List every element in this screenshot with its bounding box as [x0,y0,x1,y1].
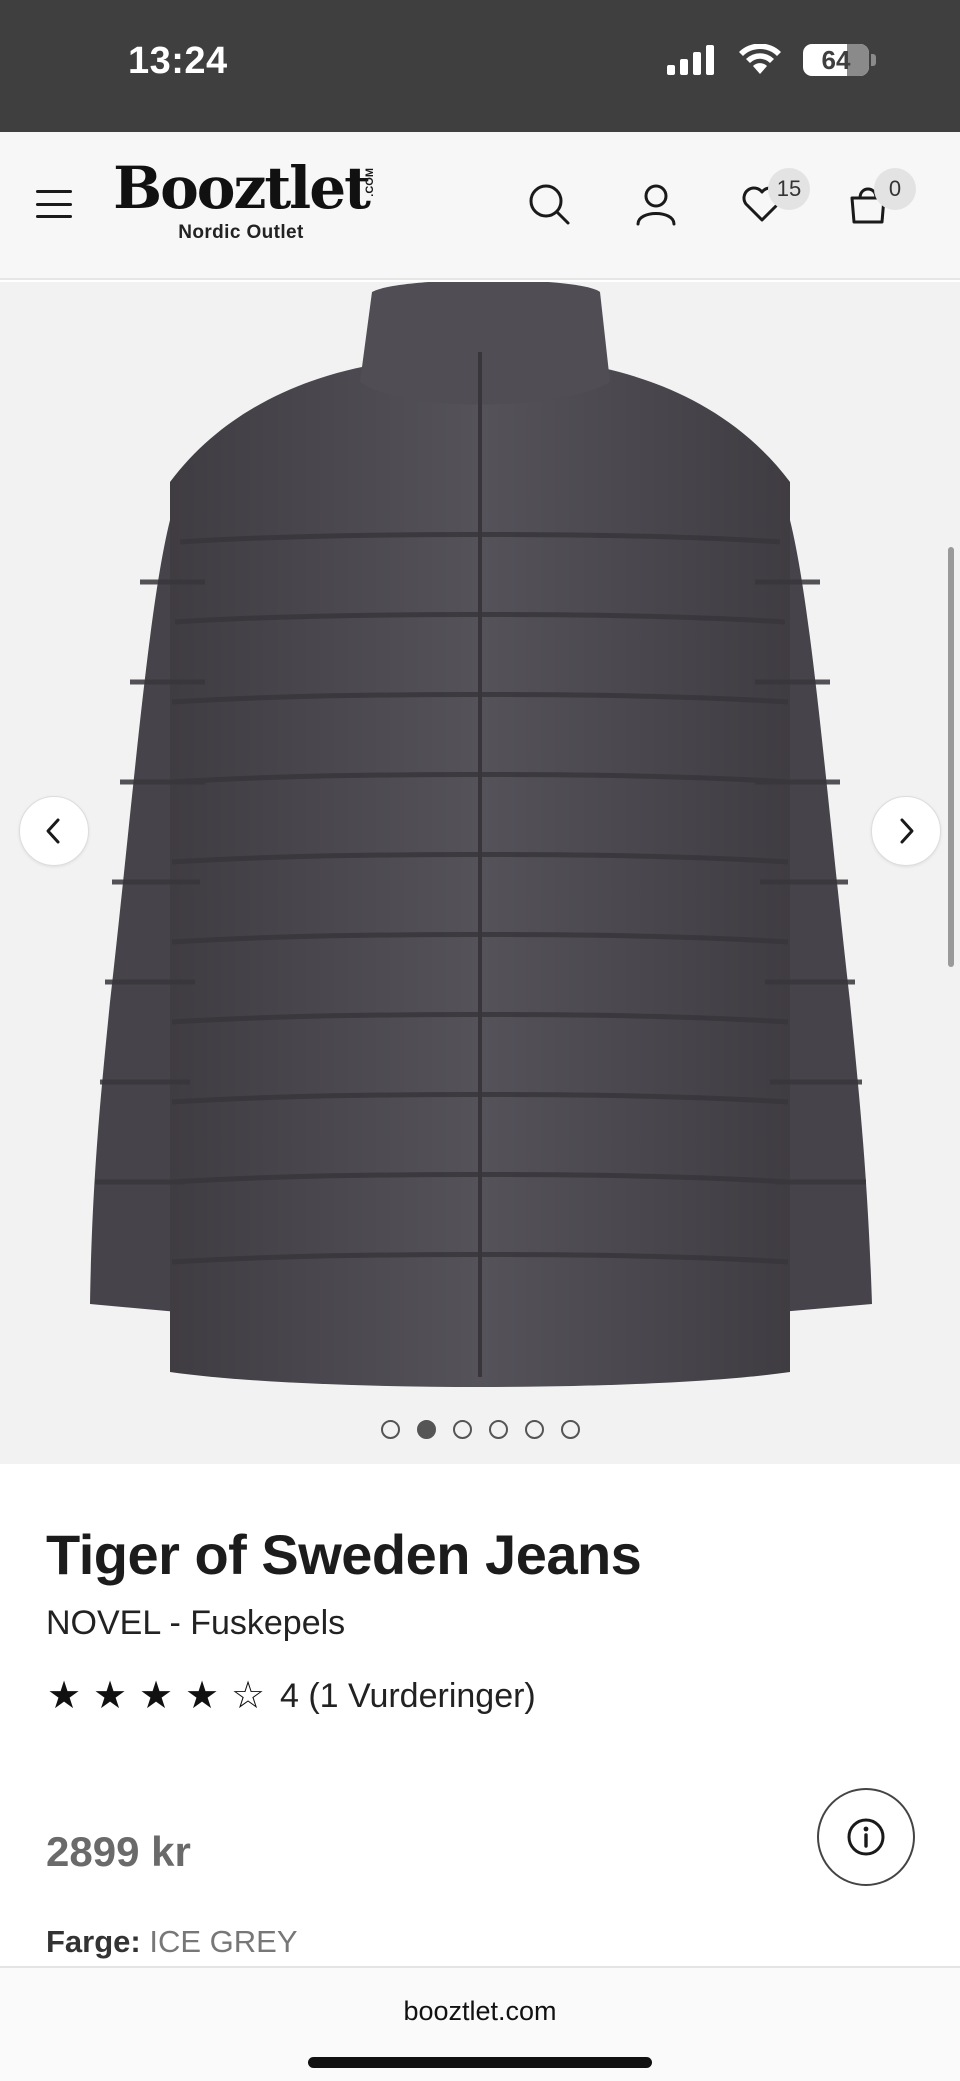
product-brand[interactable]: Tiger of Sweden Jeans [46,1522,642,1587]
status-bar: 13:24 64 [0,0,960,132]
next-image-button[interactable] [871,796,941,866]
product-rating[interactable]: ★ ★ ★ ★ ☆ 4 (1 Vurderinger) [44,1676,536,1716]
star-empty-icon: ☆ [230,1675,266,1717]
signal-icon [667,45,714,75]
battery-tip [871,54,876,66]
status-icons: 64 [667,44,876,76]
product-image-gallery[interactable] [0,282,960,1464]
chevron-left-icon [46,818,60,844]
product-color: Farge: ICE GREY [46,1924,298,1960]
battery-level: 64 [821,44,851,75]
color-label: Farge: [46,1924,141,1959]
gallery-pagination [0,1420,960,1439]
gallery-dot[interactable] [380,1420,400,1439]
star-filled-icon: ★ [138,1675,174,1717]
rating-text: 4 (1 Vurderinger) [280,1676,536,1715]
logo-subtitle: Nordic Outlet [178,222,304,243]
wishlist-icon[interactable]: 15 [740,168,810,226]
star-filled-icon: ★ [46,1675,82,1717]
gallery-dot[interactable] [452,1420,472,1439]
product-price: 2899 kr [46,1828,191,1875]
search-icon[interactable] [527,182,571,226]
cart-count-badge: 0 [874,168,916,210]
star-filled-icon: ★ [184,1675,220,1717]
product-image [90,282,872,1387]
color-value: ICE GREY [149,1924,298,1959]
browser-url-bar[interactable]: booztlet.com [0,1966,960,2081]
gallery-dot-active[interactable] [416,1420,436,1439]
gallery-dot[interactable] [560,1420,580,1439]
wishlist-count-badge: 15 [768,168,810,210]
scroll-indicator[interactable] [948,547,954,967]
star-filled-icon: ★ [92,1675,128,1717]
logo-suffix: .COM [364,168,376,197]
info-icon [847,1818,885,1856]
status-time: 13:24 [128,40,228,82]
product-name: NOVEL - Fuskepels [46,1604,346,1642]
home-indicator[interactable] [308,2057,652,2068]
previous-image-button[interactable] [19,796,89,866]
account-icon[interactable] [634,182,678,226]
chevron-right-icon [900,818,914,844]
url-text[interactable]: booztlet.com [0,1996,960,2027]
site-header: Booztlet .COM Nordic Outlet 15 0 [0,132,960,280]
wifi-icon [739,44,781,74]
gallery-dot[interactable] [524,1420,544,1439]
logo[interactable]: Booztlet .COM Nordic Outlet [106,156,376,244]
logo-text: Booztlet [113,154,371,222]
battery-icon: 64 [803,44,869,76]
hamburger-menu-icon[interactable] [36,190,72,218]
gallery-dot[interactable] [488,1420,508,1439]
cart-icon[interactable]: 0 [846,168,916,226]
info-button[interactable] [817,1788,915,1886]
